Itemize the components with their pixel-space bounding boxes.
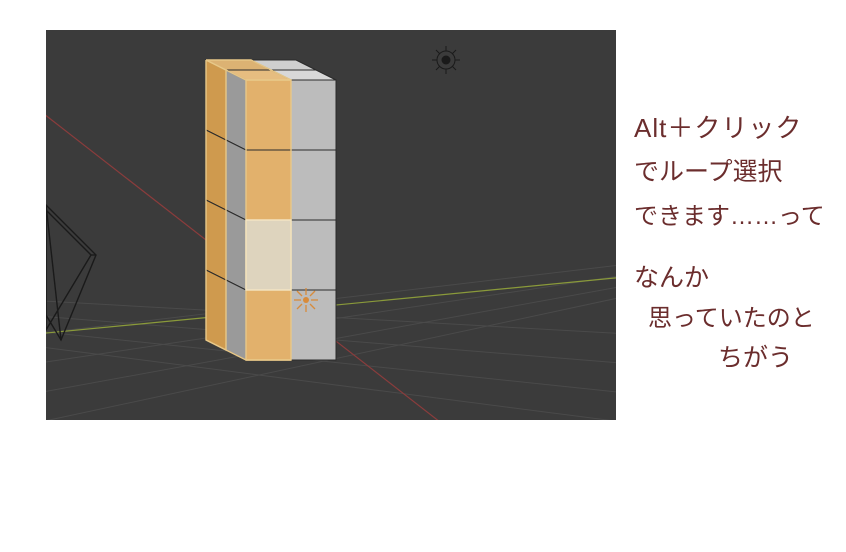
annotation-line-6: ちがう <box>718 338 793 374</box>
viewport-scene <box>46 30 616 420</box>
annotation-line-2: でループ選択 <box>634 152 783 188</box>
cursor-3d <box>294 288 318 312</box>
blender-viewport[interactable] <box>46 30 616 420</box>
annotation-line-3: できます……って <box>634 196 825 231</box>
light-gizmo <box>432 46 460 74</box>
annotation-line-5: 思っていたのと <box>648 298 815 333</box>
annotation-line-1: Alt＋クリック <box>634 108 802 145</box>
mesh-pillar <box>206 60 336 360</box>
annotation-line-4: なんか <box>634 258 709 294</box>
